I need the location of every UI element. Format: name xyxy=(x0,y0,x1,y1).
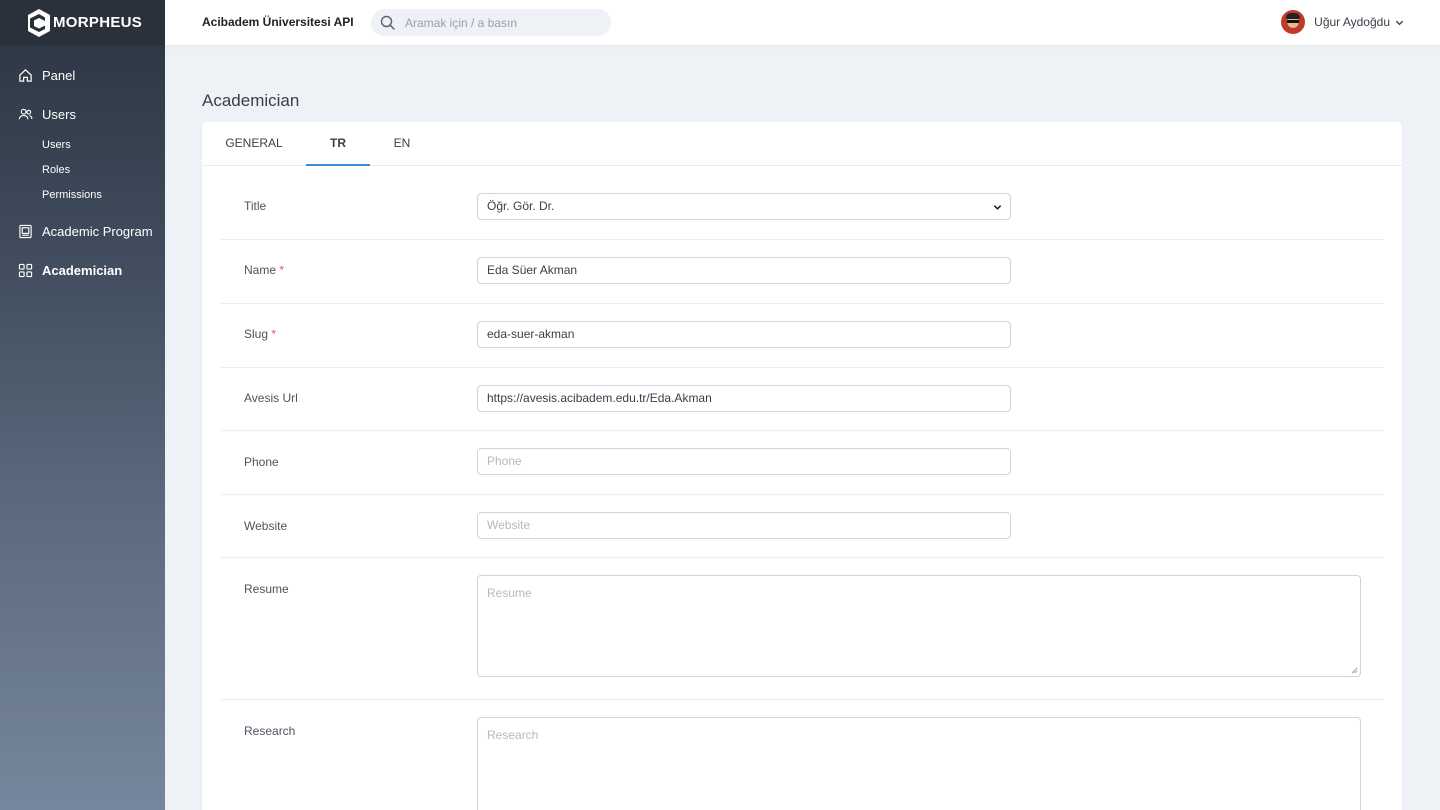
form-row-slug: Slug * eda-suer-akman xyxy=(220,304,1384,368)
users-icon xyxy=(18,108,33,119)
sidebar-item-label: Panel xyxy=(42,67,76,83)
phone-label: Phone xyxy=(244,455,279,469)
page-title: Academician xyxy=(202,91,300,110)
resume-placeholder: Resume xyxy=(487,586,532,600)
sidebar-item-panel[interactable]: Panel xyxy=(0,64,165,86)
app-title[interactable]: Acibadem Üniversitesi API xyxy=(202,15,354,29)
slug-label: Slug * xyxy=(244,327,277,341)
users-submenu: Users Roles Permissions xyxy=(0,133,165,208)
morpheus-logo-icon xyxy=(28,8,50,37)
sidebar: MORPHEUS Panel Users Users Roles Permiss… xyxy=(0,0,165,810)
search-placeholder: Aramak için / a basın xyxy=(405,15,518,30)
avesis-label: Avesis Url xyxy=(244,391,298,405)
sidebar-subitem-permissions[interactable]: Permissions xyxy=(42,183,165,208)
sidebar-subitem-roles[interactable]: Roles xyxy=(42,158,165,183)
brand-logo[interactable]: MORPHEUS xyxy=(0,0,165,45)
home-icon xyxy=(19,68,32,82)
chevron-down-icon xyxy=(993,205,1002,210)
book-icon xyxy=(19,224,32,238)
sidebar-item-label: Academician xyxy=(42,262,123,278)
user-name: Uğur Aydoğdu xyxy=(1314,15,1390,29)
form-card: GENERAL TR EN Title Öğr. Gör. Dr. Name *… xyxy=(202,122,1402,810)
website-field[interactable]: Website xyxy=(477,512,1011,539)
resize-grip-icon[interactable] xyxy=(1351,667,1358,674)
title-select-value: Öğr. Gör. Dr. xyxy=(487,199,555,213)
sidebar-item-academic-program[interactable]: Academic Program xyxy=(0,220,165,242)
topbar: Acibadem Üniversitesi API Aramak için / … xyxy=(165,0,1440,45)
tab-general[interactable]: GENERAL xyxy=(202,122,306,166)
sidebar-item-academician[interactable]: Academician xyxy=(0,259,165,281)
tab-bar: GENERAL TR EN xyxy=(202,122,1402,166)
title-select[interactable]: Öğr. Gör. Dr. xyxy=(477,193,1011,220)
tab-tr[interactable]: TR xyxy=(306,122,370,166)
brand-name: MORPHEUS xyxy=(53,14,143,31)
slug-field[interactable]: eda-suer-akman xyxy=(477,321,1011,348)
title-label: Title xyxy=(244,199,267,213)
form-row-resume: Resume Resume xyxy=(220,558,1384,700)
tab-en[interactable]: EN xyxy=(370,122,434,166)
research-placeholder: Research xyxy=(487,728,539,742)
name-field[interactable]: Eda Süer Akman xyxy=(477,257,1011,284)
form-row-avesis: Avesis Url https://avesis.acibadem.edu.t… xyxy=(220,368,1384,431)
sidebar-item-users[interactable]: Users xyxy=(0,103,165,125)
sidebar-item-label: Users xyxy=(42,106,76,122)
search-input[interactable]: Aramak için / a basın xyxy=(371,9,611,36)
name-label: Name * xyxy=(244,263,285,277)
resume-label: Resume xyxy=(244,582,289,596)
research-textarea[interactable]: Research xyxy=(477,717,1361,810)
grid-icon xyxy=(18,263,33,277)
search-icon xyxy=(380,15,396,30)
form-row-research: Research Research xyxy=(220,700,1384,810)
sidebar-item-label: Academic Program xyxy=(42,223,153,239)
resume-textarea[interactable]: Resume xyxy=(477,575,1361,677)
avatar xyxy=(1281,10,1306,34)
website-label: Website xyxy=(244,519,288,533)
form-row-name: Name * Eda Süer Akman xyxy=(220,240,1384,304)
form-row-website: Website Website xyxy=(220,495,1384,558)
research-label: Research xyxy=(244,724,296,738)
phone-field[interactable]: Phone xyxy=(477,448,1011,475)
avesis-url-field[interactable]: https://avesis.acibadem.edu.tr/Eda.Akman xyxy=(477,385,1011,412)
user-menu[interactable]: Uğur Aydoğdu xyxy=(1281,10,1404,34)
form-row-title: Title Öğr. Gör. Dr. xyxy=(220,167,1384,240)
form-row-phone: Phone Phone xyxy=(220,431,1384,495)
chevron-down-icon xyxy=(1395,20,1404,25)
sidebar-subitem-users[interactable]: Users xyxy=(42,133,165,158)
